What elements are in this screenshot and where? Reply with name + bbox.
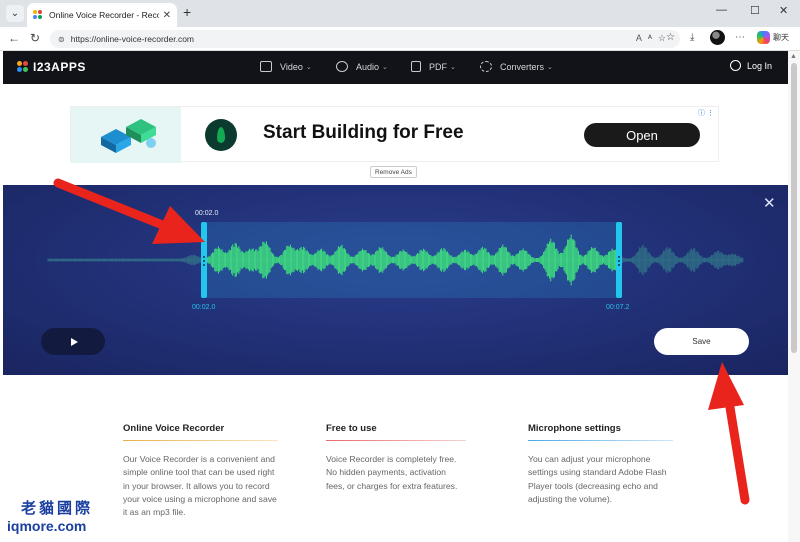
annotation-arrows [53, 178, 750, 505]
red-arrow-icon [708, 362, 750, 505]
red-arrow-icon [53, 178, 205, 244]
